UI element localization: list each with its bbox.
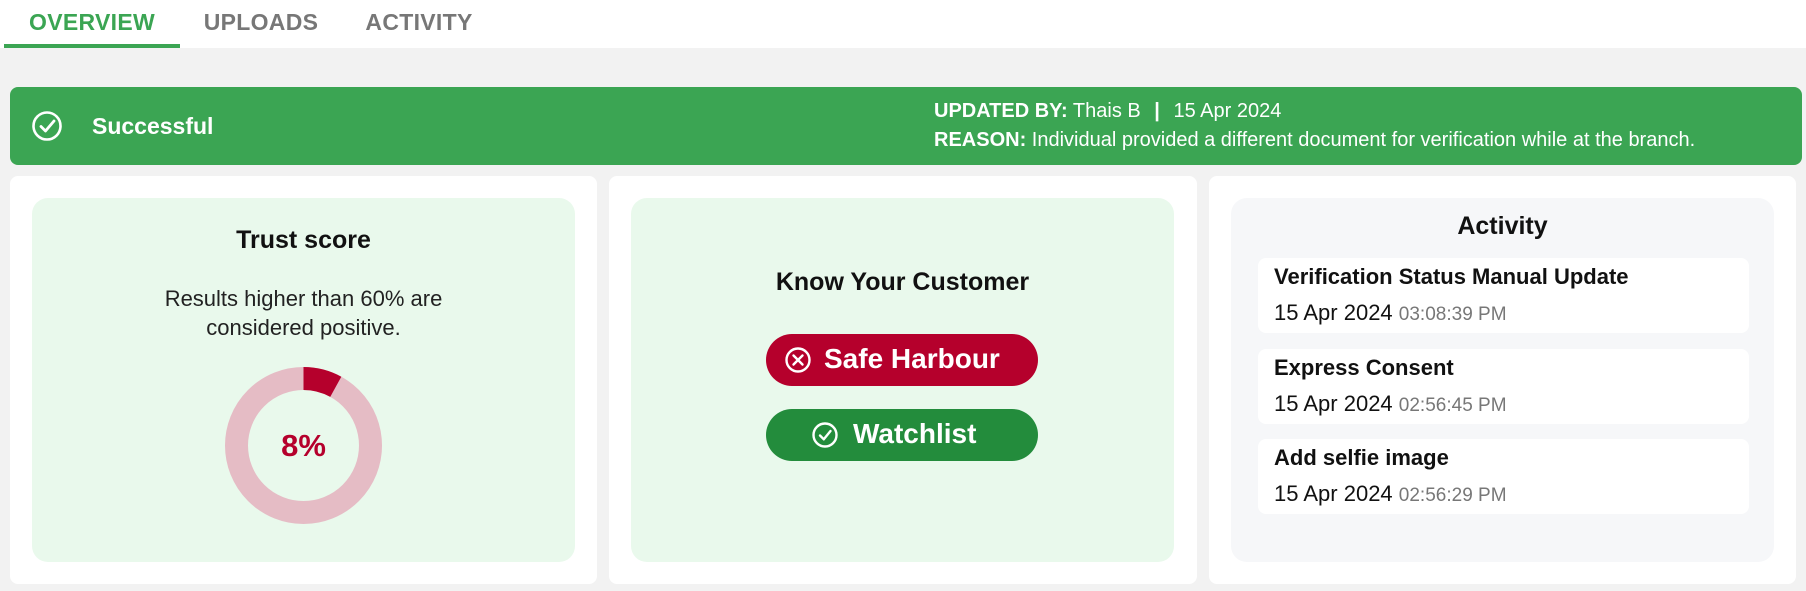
trust-score-card: Trust score Results higher than 60% are … [10,176,597,584]
check-circle-icon [812,422,838,448]
activity-item-time: 03:08:39 PM [1398,304,1507,325]
trust-score-description: Results higher than 60% are considered p… [164,286,443,340]
kyc-title: Know Your Customer [775,268,1030,296]
activity-item[interactable]: Add selfie image 15 Apr 2024 02:56:29 PM [1258,439,1749,514]
meta-separator: | [1154,100,1160,122]
activity-item[interactable]: Verification Status Manual Update 15 Apr… [1258,258,1749,333]
reason-value: Individual provided a different document… [1031,129,1696,151]
watchlist-label: Watchlist [853,418,977,449]
activity-title: Activity [1457,212,1548,240]
activity-item-title: Add selfie image [1274,445,1449,470]
activity-item-time: 02:56:45 PM [1398,395,1507,416]
kyc-panel: Know Your Customer Safe Harbour Watchlis… [631,198,1174,562]
kyc-card: Know Your Customer Safe Harbour Watchlis… [609,176,1197,584]
updated-by-label: UPDATED BY: [934,100,1068,122]
reason-line: REASON: Individual provided a different … [934,126,1695,155]
safe-harbour-badge[interactable]: Safe Harbour [766,334,1038,386]
tab-activity[interactable]: ACTIVITY [350,0,488,48]
trust-score-title: Trust score [236,226,371,254]
activity-card: Activity Verification Status Manual Upda… [1209,176,1796,584]
activity-panel: Activity Verification Status Manual Upda… [1231,198,1774,562]
activity-item-title: Verification Status Manual Update [1274,264,1629,289]
activity-item-date: 15 Apr 2024 [1274,481,1393,506]
activity-item-timestamp: 15 Apr 2024 02:56:45 PM [1274,391,1507,417]
activity-item-time: 02:56:29 PM [1398,485,1507,506]
activity-item-date: 15 Apr 2024 [1274,300,1393,325]
check-circle-icon [32,111,62,141]
status-banner: Successful UPDATED BY: Thais B | 15 Apr … [10,87,1802,165]
activity-item-title: Express Consent [1274,355,1454,380]
tab-overview[interactable]: OVERVIEW [4,0,180,48]
watchlist-badge[interactable]: Watchlist [766,409,1038,461]
updated-date: 15 Apr 2024 [1173,100,1282,122]
updated-by-line: UPDATED BY: Thais B | 15 Apr 2024 [934,97,1695,126]
updated-by-value: Thais B [1072,100,1141,122]
x-circle-icon [785,347,811,373]
activity-item-date: 15 Apr 2024 [1274,391,1393,416]
status-label: Successful [92,113,214,139]
activity-item[interactable]: Express Consent 15 Apr 2024 02:56:45 PM [1258,349,1749,424]
activity-item-timestamp: 15 Apr 2024 02:56:29 PM [1274,481,1507,507]
tab-uploads[interactable]: UPLOADS [190,0,332,48]
trust-score-panel: Trust score Results higher than 60% are … [32,198,575,562]
tab-bar: OVERVIEW UPLOADS ACTIVITY [0,0,1806,48]
reason-label: REASON: [934,129,1027,151]
status-meta: UPDATED BY: Thais B | 15 Apr 2024 REASON… [934,97,1695,155]
activity-item-timestamp: 15 Apr 2024 03:08:39 PM [1274,300,1507,326]
trust-score-value: 8% [281,428,326,463]
safe-harbour-label: Safe Harbour [824,343,1000,374]
